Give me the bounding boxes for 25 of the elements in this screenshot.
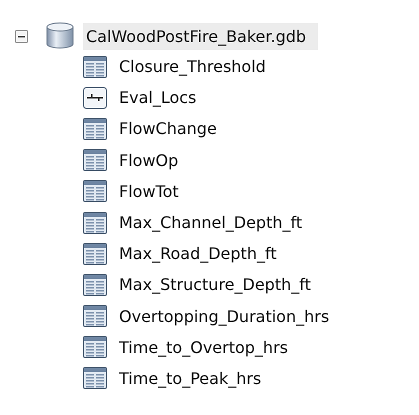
table-label[interactable]: Max_Structure_Depth_ft <box>119 275 311 294</box>
table-label[interactable]: Time_to_Overtop_hrs <box>119 338 288 357</box>
table-icon <box>83 56 107 78</box>
table-icon <box>83 367 107 390</box>
table-icon <box>83 180 107 202</box>
table-label[interactable]: Overtopping_Duration_hrs <box>119 306 330 326</box>
table-label[interactable]: Eval_Locs <box>119 88 196 108</box>
table-icon <box>83 149 107 172</box>
database-label[interactable]: CalWoodPostFire_Baker.gdb <box>83 22 318 50</box>
table-icon <box>83 274 107 296</box>
collapse-icon[interactable] <box>15 30 28 42</box>
table-icon <box>83 336 107 358</box>
table-label[interactable]: Max_Channel_Depth_ft <box>119 213 302 232</box>
table-icon <box>83 212 107 234</box>
table-label[interactable]: FlowTot <box>119 182 179 201</box>
table-label[interactable]: FlowChange <box>119 119 217 138</box>
table-label[interactable]: Max_Road_Depth_ft <box>119 244 277 264</box>
table-icon <box>83 242 107 265</box>
database-icon <box>46 22 74 50</box>
point-layer-icon <box>83 86 107 109</box>
table-label[interactable]: Closure_Threshold <box>119 57 266 76</box>
table-icon <box>83 305 107 328</box>
table-icon <box>83 118 107 140</box>
table-label[interactable]: FlowOp <box>119 150 178 170</box>
table-label[interactable]: Time_to_Peak_hrs <box>119 368 262 388</box>
